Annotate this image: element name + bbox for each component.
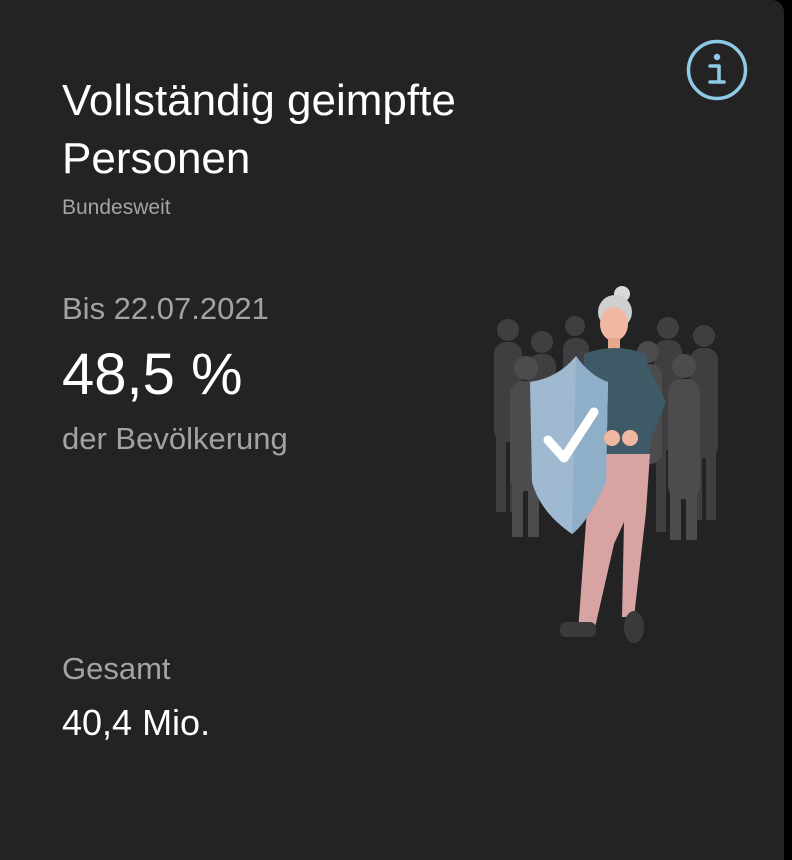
total-label: Gesamt	[62, 651, 171, 686]
region-label: Bundesweit	[62, 196, 171, 219]
card-title: Vollständig geimpfte Personen	[62, 76, 456, 183]
info-icon	[686, 39, 748, 101]
vaccination-status-card: Vollständig geimpfte Personen Bundesweit…	[0, 0, 784, 860]
total-value: 40,4 Mio.	[62, 702, 211, 743]
info-button[interactable]	[686, 39, 748, 101]
vaccinated-person-illustration	[494, 286, 718, 643]
percent-caption: der Bevölkerung	[62, 421, 288, 456]
date-label: Bis 22.07.2021	[62, 291, 269, 326]
vaccination-percent-value: 48,5 %	[62, 342, 243, 407]
